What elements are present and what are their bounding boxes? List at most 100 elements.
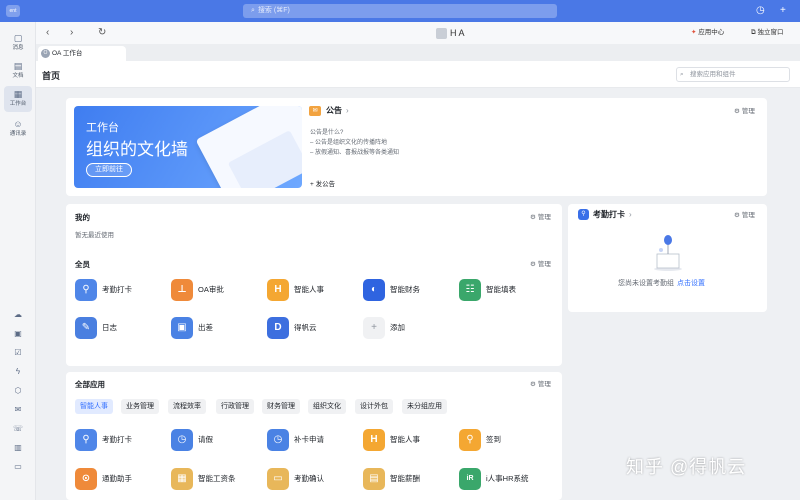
window-icon: ⧉ xyxy=(751,29,756,36)
app-label: 出差 xyxy=(198,323,213,332)
attendance-manage-button[interactable]: ⚙ 管理 xyxy=(734,211,755,221)
sidebar-item-label: 工作台 xyxy=(9,101,27,107)
announcement-title[interactable]: 公告 › xyxy=(326,106,349,116)
announcement-manage-button[interactable]: ⚙ 管理 xyxy=(734,107,755,117)
app-label: 智能薪酬 xyxy=(390,474,420,483)
search-icon: ⌕ xyxy=(251,7,255,14)
app-icon: D xyxy=(267,317,289,339)
category-tab[interactable]: 流程效率 xyxy=(168,399,206,414)
box-icon[interactable]: ⬡ xyxy=(12,385,24,397)
app-label: 智能财务 xyxy=(390,285,420,294)
phone-icon[interactable]: ☏ xyxy=(12,423,24,435)
tab-label: OA 工作台 xyxy=(52,50,83,57)
sidebar-item-docs[interactable]: ▤ 文档 xyxy=(4,58,32,84)
mail-icon[interactable]: ✉ xyxy=(12,404,24,416)
category-tab[interactable]: 行政管理 xyxy=(216,399,254,414)
app-icon: + xyxy=(363,317,385,339)
standalone-window-button[interactable]: ⧉ 独立窗口 xyxy=(751,27,783,39)
calendar-icon[interactable]: ▣ xyxy=(12,328,24,340)
category-tab[interactable]: 智能人事 xyxy=(75,399,113,414)
settings-icon: ⚙ xyxy=(734,212,740,219)
search-icon: ⌕ xyxy=(680,71,684,78)
mine-empty-text: 暂无最近使用 xyxy=(75,232,114,239)
settings-icon: ⚙ xyxy=(530,214,536,221)
app-icon: ☷ xyxy=(459,279,481,301)
manage-label: 管理 xyxy=(537,381,551,388)
announcement-line: 公告是什么? xyxy=(310,130,344,136)
back-icon[interactable]: ‹ xyxy=(46,26,49,40)
all-staff-manage-button[interactable]: ⚙ 管理 xyxy=(530,260,551,270)
app-label: OA审批 xyxy=(198,285,224,294)
app-icon: ⚲ xyxy=(75,429,97,451)
task-icon[interactable]: ☑ xyxy=(12,347,24,359)
sidebar-item-messages[interactable]: ▢ 消息 xyxy=(4,30,32,56)
app-icon: ⊙ xyxy=(75,468,97,490)
app-logo[interactable]: ent xyxy=(6,5,20,17)
app-center-label: 应用中心 xyxy=(698,29,725,36)
category-tab[interactable]: 业务管理 xyxy=(121,399,159,414)
app-label: i人事HR系统 xyxy=(486,474,529,483)
manage-label: 管理 xyxy=(537,214,551,221)
app-label: 智能填表 xyxy=(486,285,516,294)
nav-bar: ‹ › ↻ H A ✦ 应用中心 ⧉ 独立窗口 xyxy=(36,22,800,44)
refresh-icon[interactable]: ↻ xyxy=(98,26,106,40)
app-label: 智能工资条 xyxy=(198,474,236,483)
chevron-right-icon: › xyxy=(629,210,632,219)
attendance-title-text: 考勤打卡 xyxy=(593,210,625,219)
app-search-input[interactable]: ⌕ 搜索应用和组件 xyxy=(676,67,790,82)
app-icon: iR xyxy=(459,468,481,490)
app-search-placeholder: 搜索应用和组件 xyxy=(690,71,736,78)
sidebar-item-label: 通讯录 xyxy=(9,131,27,137)
app-label: 补卡申请 xyxy=(294,435,324,444)
banner-subtitle: 工作台 xyxy=(86,122,119,134)
category-tab[interactable]: 财务管理 xyxy=(262,399,300,414)
app-center-icon: ✦ xyxy=(691,29,697,36)
category-tab[interactable]: 设计外包 xyxy=(355,399,393,414)
mine-manage-button[interactable]: ⚙ 管理 xyxy=(530,213,551,223)
post-announcement-button[interactable]: + 发公告 xyxy=(310,180,335,190)
category-tab[interactable]: 组织文化 xyxy=(308,399,346,414)
org-avatar xyxy=(436,28,447,40)
forward-icon[interactable]: › xyxy=(70,26,73,40)
cloud-icon[interactable]: ☁ xyxy=(12,309,24,321)
settings-icon: ⚙ xyxy=(530,381,536,388)
sidebar-item-label: 消息 xyxy=(12,45,24,51)
attendance-title[interactable]: 考勤打卡 › xyxy=(593,210,632,220)
all-apps-manage-button[interactable]: ⚙ 管理 xyxy=(530,380,551,390)
app-icon: ▤ xyxy=(363,468,385,490)
page-header: 首页 ⌕ 搜索应用和组件 xyxy=(36,61,800,88)
sidebar-item-contacts[interactable]: ☺ 通讯录 xyxy=(4,116,32,142)
page-title: 首页 xyxy=(42,71,61,81)
announcement-icon: ✉ xyxy=(309,106,321,116)
tab-oa-workbench[interactable]: O OA 工作台 xyxy=(38,46,126,61)
approval-icon[interactable]: ▥ xyxy=(12,442,24,454)
sidebar-item-label: 文档 xyxy=(12,73,24,79)
lightning-icon[interactable]: ϟ xyxy=(12,366,24,378)
app-label: 智能人事 xyxy=(390,435,420,444)
org-switcher[interactable]: H A xyxy=(436,26,465,40)
folder-icon[interactable]: ▭ xyxy=(12,461,24,473)
announcement-line: – 公告是组织文化的传播阵地 xyxy=(310,140,388,146)
app-icon: ◷ xyxy=(267,429,289,451)
banner-go-button[interactable]: 立即前往 xyxy=(86,163,132,177)
attendance-empty-label: 您尚未设置考勤组 xyxy=(618,280,674,287)
category-tab[interactable]: 未分组应用 xyxy=(402,399,447,414)
app-center-button[interactable]: ✦ 应用中心 xyxy=(691,27,724,39)
sidebar: ▢ 消息 ▤ 文档 ▦ 工作台 ☺ 通讯录 ☁ ▣ ☑ ϟ ⬡ ✉ ☏ ▥ ▭ xyxy=(0,22,36,500)
settings-icon: ⚙ xyxy=(734,108,740,115)
manage-label: 管理 xyxy=(537,261,551,268)
app-icon: ◐ xyxy=(363,279,385,301)
attendance-setup-link[interactable]: 点击设置 xyxy=(677,280,705,287)
announcement-line: – 放假通知、喜报战报等各类通知 xyxy=(310,150,400,156)
standalone-window-label: 独立窗口 xyxy=(757,29,784,36)
plus-icon[interactable]: + xyxy=(780,3,786,19)
global-search-input[interactable]: ⌕ 搜索 (⌘F) xyxy=(243,4,557,18)
history-icon[interactable]: ◷ xyxy=(756,3,765,19)
app-label: 日志 xyxy=(102,323,117,332)
sidebar-item-workbench[interactable]: ▦ 工作台 xyxy=(4,86,32,112)
global-search-placeholder: 搜索 (⌘F) xyxy=(257,7,290,14)
empty-state-illustration xyxy=(654,235,682,271)
attendance-empty-text: 您尚未设置考勤组 点击设置 xyxy=(618,279,705,289)
all-staff-title: 全员 xyxy=(75,260,90,269)
chevron-right-icon: › xyxy=(346,106,349,115)
